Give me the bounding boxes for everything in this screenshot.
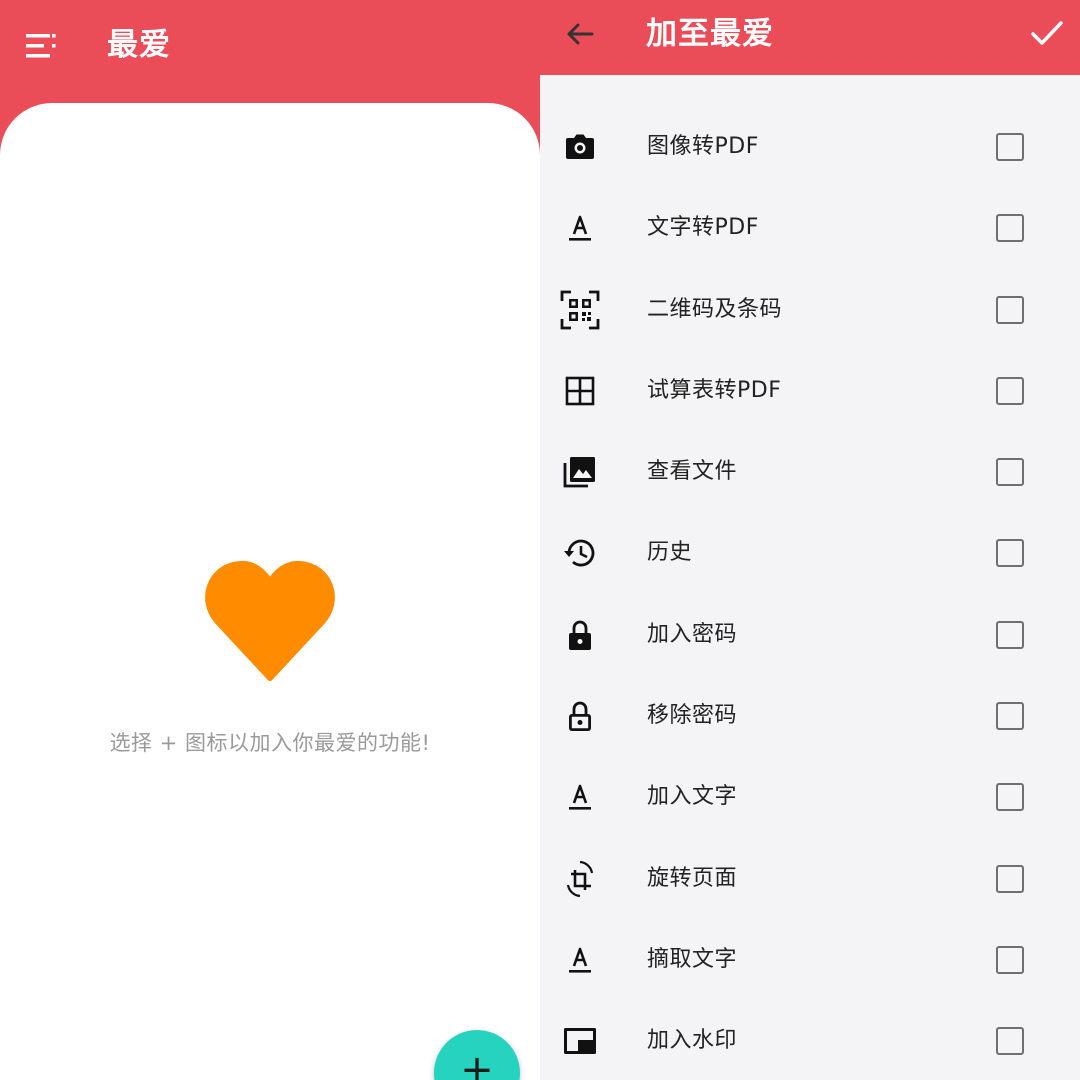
list-item[interactable]: 加入水印 (540, 999, 1080, 1080)
list-item[interactable]: 查看文件 (540, 430, 1080, 511)
lock-icon (569, 620, 591, 650)
favorite-checkbox[interactable] (996, 783, 1024, 812)
favorite-checkbox[interactable] (996, 214, 1024, 243)
item-label: 加入密码 (647, 621, 738, 647)
list-item[interactable]: 图像转PDF (540, 105, 1080, 186)
favorite-checkbox[interactable] (996, 864, 1024, 893)
item-label: 摘取文字 (647, 946, 738, 972)
list-item[interactable]: 文字转PDF (540, 186, 1080, 267)
list-item[interactable]: 试算表转PDF (540, 349, 1080, 430)
item-label: 移除密码 (647, 703, 738, 729)
item-label: 加入水印 (647, 1028, 738, 1054)
item-label: 加入文字 (647, 784, 738, 810)
item-label: 试算表转PDF (647, 377, 782, 403)
lock-open-icon (568, 701, 592, 732)
page-title: 最爱 (107, 27, 171, 63)
favorite-checkbox[interactable] (996, 945, 1024, 974)
list-item[interactable]: 二维码及条码 (540, 268, 1080, 349)
favorite-checkbox[interactable] (996, 295, 1024, 324)
empty-state-message: 选择 + 图标以加入你最爱的功能! (109, 731, 431, 755)
list-item[interactable]: 加入文字 (540, 755, 1080, 836)
grid-table-icon (565, 376, 595, 406)
add-favorites-app-bar: 加至最爱 (540, 0, 1080, 75)
back-arrow-icon[interactable] (564, 18, 596, 50)
page-title: 加至最爱 (646, 16, 774, 52)
heart-icon (205, 560, 335, 681)
item-label: 查看文件 (647, 459, 738, 485)
feature-list: 图像转PDF 文字转PDF 二维码及条码 试算表转PDF 查看文件 历史 加入密… (540, 105, 1080, 1080)
camera-icon (566, 134, 594, 159)
favorite-checkbox[interactable] (996, 376, 1024, 405)
favorite-checkbox[interactable] (996, 133, 1024, 161)
list-item[interactable]: 历史 (540, 511, 1080, 592)
favorite-checkbox[interactable] (996, 702, 1024, 731)
history-icon (564, 540, 595, 567)
favorite-checkbox[interactable] (996, 539, 1024, 568)
add-to-favorites-screen: 加至最爱 图像转PDF 文字转PDF 二维码及条码 试算表转PDF 查看文件 历… (540, 0, 1080, 1080)
list-item[interactable]: 摘取文字 (540, 918, 1080, 999)
text-format-icon (569, 215, 591, 241)
plus-icon: + (460, 1047, 494, 1080)
favorite-checkbox[interactable] (996, 620, 1024, 649)
item-label: 旋转页面 (647, 865, 738, 891)
item-label: 二维码及条码 (647, 296, 783, 322)
text-format-icon (569, 785, 591, 810)
confirm-check-icon[interactable] (1030, 16, 1064, 50)
item-label: 文字转PDF (647, 215, 759, 241)
list-item[interactable]: 旋转页面 (540, 837, 1080, 918)
photo-library-icon (563, 457, 595, 488)
menu-icon[interactable] (26, 33, 56, 59)
qr-code-scanner-icon (560, 290, 600, 329)
favorites-screen: 最爱 选择 + 图标以加入你最爱的功能! + (0, 0, 540, 1080)
item-label: 历史 (647, 540, 693, 566)
text-format-icon (569, 947, 591, 973)
favorite-checkbox[interactable] (996, 458, 1024, 487)
item-label: 图像转PDF (647, 134, 759, 159)
favorite-checkbox[interactable] (996, 1027, 1024, 1056)
list-item[interactable]: 移除密码 (540, 674, 1080, 755)
list-item[interactable]: 加入密码 (540, 593, 1080, 674)
crop-rotate-icon (566, 860, 594, 897)
favorites-app-bar: 最爱 (0, 0, 540, 100)
watermark-icon (564, 1028, 596, 1055)
